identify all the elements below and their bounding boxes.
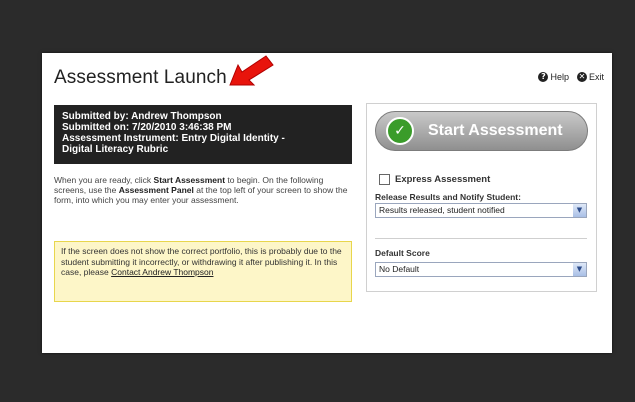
exit-label: Exit (588, 72, 604, 82)
page-title: Assessment Launch (54, 67, 227, 88)
assessment-instrument-cont: Digital Literacy Rubric (62, 144, 169, 155)
express-assessment-checkbox[interactable] (379, 174, 390, 185)
default-score-value: No Default (379, 264, 420, 274)
help-link[interactable]: ? Help (538, 72, 569, 82)
chevron-down-icon: ▼ (573, 263, 586, 276)
default-score-label: Default Score (375, 248, 430, 258)
chevron-down-icon: ▼ (573, 204, 586, 217)
submission-info: Submitted by: Andrew Thompson Submitted … (54, 105, 352, 164)
top-links: ? Help ✕ Exit (538, 72, 604, 82)
checkmark-icon: ✓ (386, 117, 414, 145)
help-icon: ? (538, 72, 549, 82)
submitted-on: Submitted on: 7/20/2010 3:46:38 PM (62, 122, 232, 133)
express-assessment-row[interactable]: Express Assessment (379, 174, 490, 185)
warning-box: If the screen does not show the correct … (54, 241, 352, 302)
contact-link[interactable]: Contact Andrew Thompson (111, 267, 213, 277)
assessment-launch-dialog: Assessment Launch ? Help ✕ Exit Submitte… (42, 53, 612, 353)
red-arrow-icon (229, 55, 274, 86)
exit-link[interactable]: ✕ Exit (576, 72, 604, 82)
assessment-instrument: Assessment Instrument: Entry Digital Ide… (62, 133, 285, 144)
help-label: Help (550, 72, 569, 82)
release-results-label: Release Results and Notify Student: (375, 192, 521, 202)
start-assessment-label: Start Assessment (428, 122, 563, 139)
default-score-select[interactable]: No Default ▼ (375, 262, 587, 277)
intro-text: When you are ready, click Start Assessme… (54, 175, 348, 205)
start-assessment-button[interactable]: ✓ Start Assessment (375, 111, 588, 151)
submitted-by: Submitted by: Andrew Thompson (62, 111, 222, 122)
release-results-value: Results released, student notified (379, 205, 505, 215)
express-assessment-label: Express Assessment (395, 174, 491, 185)
release-results-select[interactable]: Results released, student notified ▼ (375, 203, 587, 218)
close-icon: ✕ (576, 72, 587, 82)
assessment-panel: ✓ Start Assessment Express Assessment Re… (366, 103, 597, 292)
divider (375, 238, 587, 239)
